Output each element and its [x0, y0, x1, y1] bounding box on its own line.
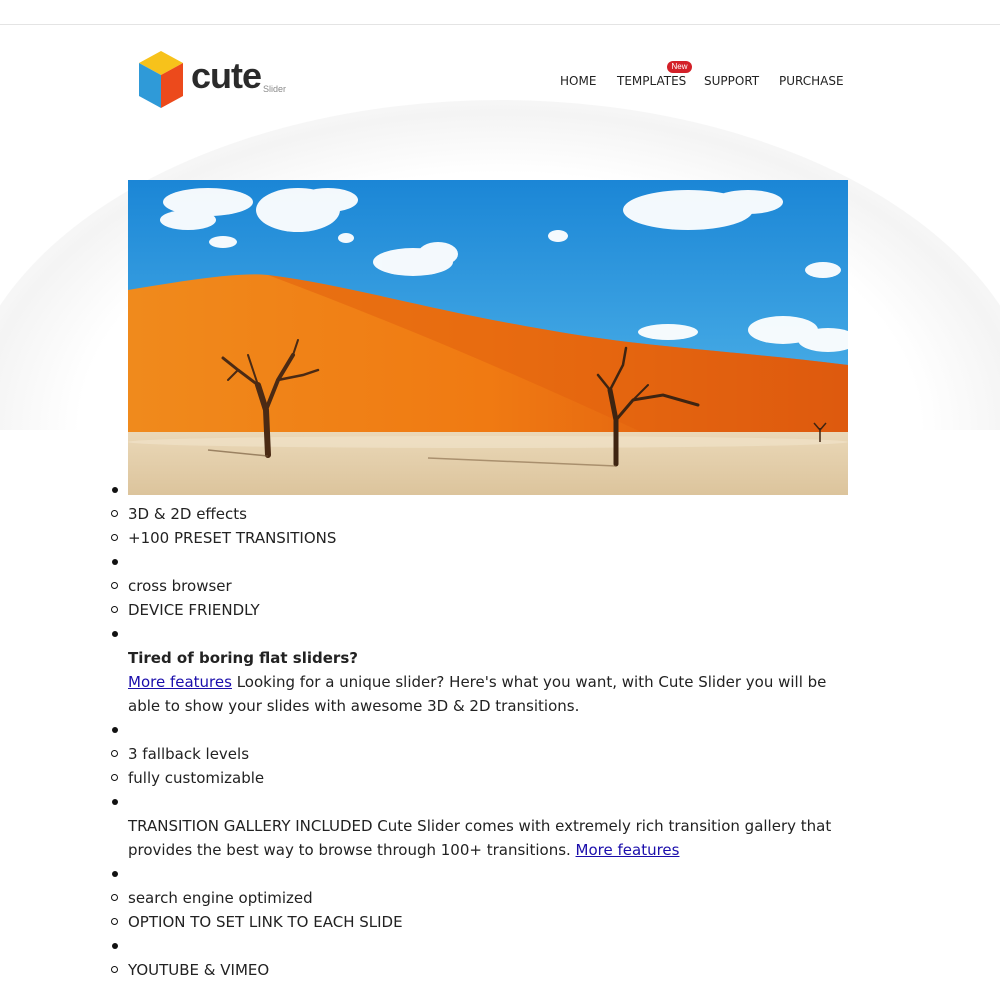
feature-description-cont: provides the best way to browse through …	[128, 838, 848, 862]
bullet	[112, 943, 118, 949]
main-nav: HOME TEMPLATES SUPPORT PURCHASE	[0, 73, 1000, 93]
feature-text: cross browser	[128, 577, 232, 595]
new-badge: New	[667, 61, 692, 73]
bullet	[112, 727, 118, 733]
bullet	[112, 631, 118, 637]
feature-text: 3 fallback levels	[128, 745, 250, 763]
list-item: 3 fallback levels	[111, 742, 848, 766]
bullet	[111, 894, 118, 901]
list-item	[112, 478, 848, 502]
bullet	[111, 750, 118, 757]
page: cute Slider HOME TEMPLATES SUPPORT PURCH…	[0, 0, 1000, 979]
list-item	[112, 622, 848, 646]
bullet	[111, 606, 118, 613]
list-item	[112, 862, 848, 886]
bullet	[111, 774, 118, 781]
description-text: Looking for a unique slider? Here's what…	[231, 673, 827, 691]
list-item: +100 PRESET TRANSITIONS	[111, 526, 848, 550]
list-item: OPTION TO SET LINK TO EACH SLIDE	[111, 910, 848, 934]
more-features-link[interactable]: More features	[128, 673, 232, 691]
list-item	[112, 790, 848, 814]
list-item: cross browser	[111, 574, 848, 598]
slider-image[interactable]	[128, 180, 848, 495]
bullet	[111, 918, 118, 925]
bullet	[112, 799, 118, 805]
list-item: YOUTUBE & VIMEO	[111, 958, 848, 982]
feature-heading: Tired of boring flat sliders?	[128, 649, 358, 667]
feature-text: 3D & 2D effects	[128, 505, 247, 523]
feature-description-cont: able to show your slides with awesome 3D…	[128, 697, 580, 715]
description-text: provides the best way to browse through …	[128, 841, 576, 859]
list-item	[112, 718, 848, 742]
feature-text: OPTION TO SET LINK TO EACH SLIDE	[128, 913, 403, 931]
bullet	[111, 510, 118, 517]
nav-support[interactable]: SUPPORT	[704, 73, 759, 89]
feature-text: +100 PRESET TRANSITIONS	[128, 529, 337, 547]
list-item: fully customizable	[111, 766, 848, 790]
bullet	[112, 559, 118, 565]
feature-description: TRANSITION GALLERY INCLUDED Cute Slider …	[128, 817, 832, 835]
list-item: 3D & 2D effects	[111, 502, 848, 526]
nav-templates[interactable]: TEMPLATES	[617, 73, 686, 89]
feature-list: 3D & 2D effects +100 PRESET TRANSITIONS …	[111, 478, 848, 982]
bullet	[111, 582, 118, 589]
nav-purchase[interactable]: PURCHASE	[779, 73, 844, 89]
bullet	[111, 966, 118, 973]
list-item	[112, 550, 848, 574]
bullet	[112, 487, 118, 493]
desert-landscape-image	[128, 180, 848, 495]
list-item: search engine optimized	[111, 886, 848, 910]
bullet	[112, 871, 118, 877]
feature-text: search engine optimized	[128, 889, 313, 907]
more-features-link[interactable]: More features	[576, 841, 680, 859]
list-item	[112, 934, 848, 958]
list-item: DEVICE FRIENDLY	[111, 598, 848, 622]
feature-text: fully customizable	[128, 769, 265, 787]
feature-description: More features Looking for a unique slide…	[128, 670, 848, 694]
feature-text: DEVICE FRIENDLY	[128, 601, 260, 619]
bullet	[111, 534, 118, 541]
nav-home[interactable]: HOME	[560, 73, 596, 89]
